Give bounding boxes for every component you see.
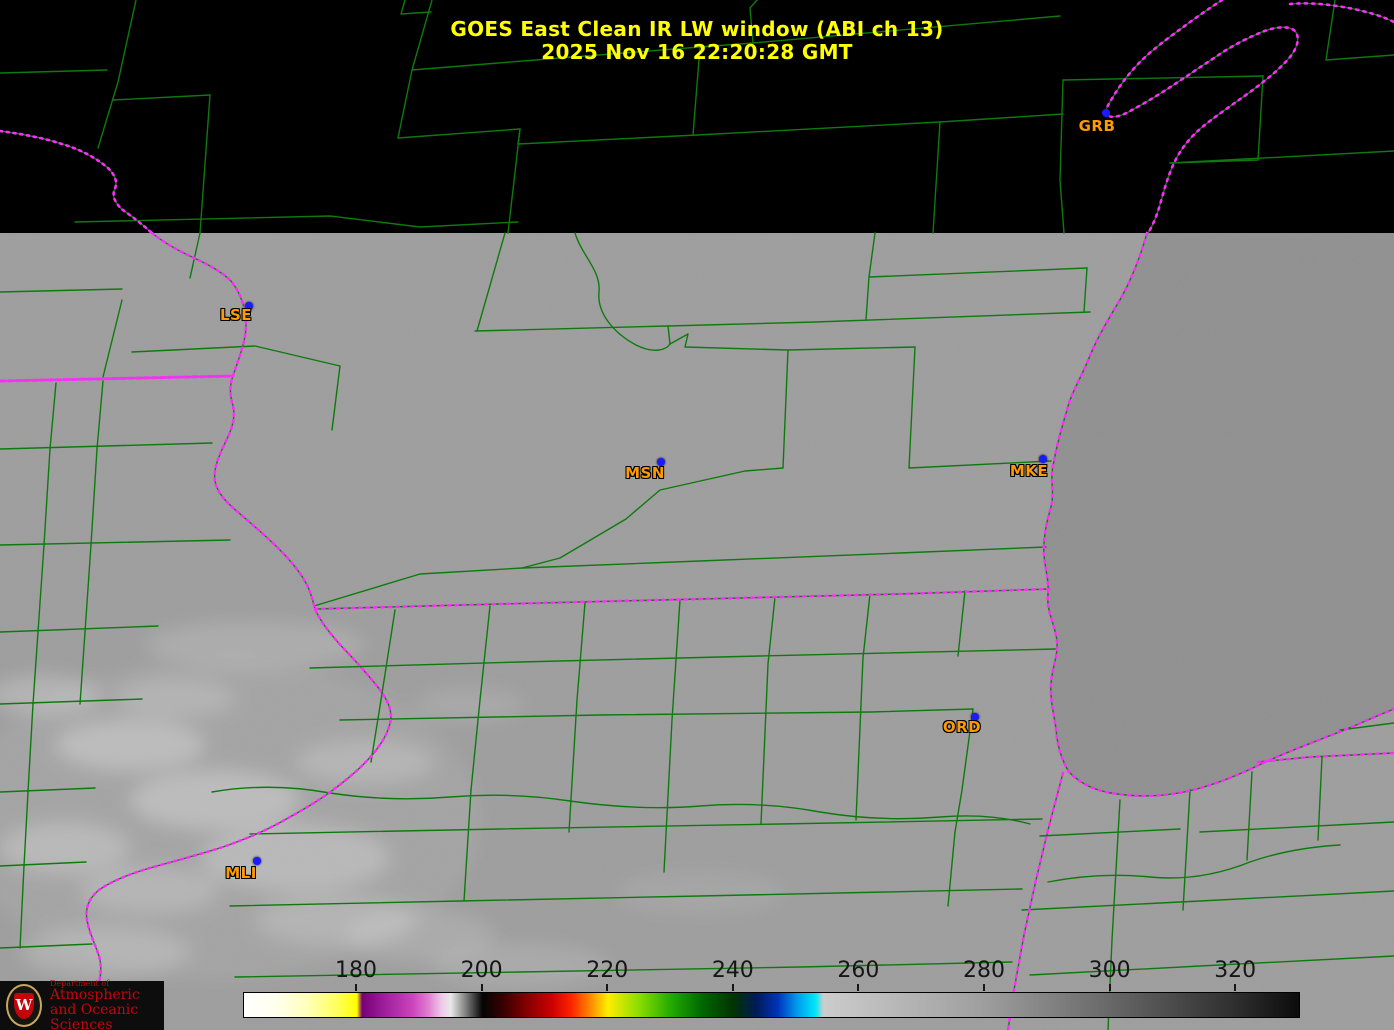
colorbar-tick-label: 220 <box>586 958 629 983</box>
colorbar: 180 200 220 240 260 280 300 320 <box>243 958 1300 1020</box>
colorbar-gradient <box>243 992 1300 1018</box>
colorbar-tick-mark <box>983 984 985 991</box>
colorbar-tick-mark <box>355 984 358 991</box>
station-label-ord: ORD <box>942 718 982 736</box>
product-title: GOES East Clean IR LW window (ABI ch 13)… <box>0 18 1394 64</box>
colorbar-tick-label: 200 <box>460 958 503 983</box>
colorbar-tick-mark <box>857 984 860 991</box>
station-label-grb: GRB <box>1078 117 1116 135</box>
uw-aos-logo: W Department of Atmospheric and Oceanic … <box>0 979 164 1030</box>
colorbar-tick-mark <box>731 984 734 991</box>
station-dot-grb <box>1102 109 1110 117</box>
colorbar-tick-label: 300 <box>1088 958 1131 983</box>
title-line-1: GOES East Clean IR LW window (ABI ch 13) <box>450 17 944 41</box>
colorbar-tick-label: 320 <box>1214 958 1257 983</box>
uw-shield: W <box>14 992 34 1019</box>
station-label-msn: MSN <box>625 464 665 482</box>
satellite-map <box>0 0 1394 1030</box>
colorbar-tick-mark <box>480 984 483 991</box>
logo-name-line-2: and Oceanic Sciences <box>50 1001 139 1030</box>
uw-monogram: W <box>15 996 33 1014</box>
colorbar-tick-label: 280 <box>963 958 1005 983</box>
colorbar-tick-label: 180 <box>335 958 378 983</box>
satellite-viewer: GOES East Clean IR LW window (ABI ch 13)… <box>0 0 1394 1030</box>
title-line-2: 2025 Nov 16 22:20:28 GMT <box>541 40 853 64</box>
uw-crest-icon: W <box>6 984 42 1027</box>
logo-name-line-1: Atmospheric <box>50 986 140 1003</box>
colorbar-tick-mark <box>1108 984 1111 991</box>
logo-text: Department of Atmospheric and Oceanic Sc… <box>50 979 164 1030</box>
station-label-mli: MLI <box>225 864 257 882</box>
colorbar-tick-mark <box>1234 984 1237 991</box>
colorbar-tick-mark <box>606 984 609 991</box>
station-label-mke: MKE <box>1009 462 1049 480</box>
station-label-lse: LSE <box>219 306 253 324</box>
colorbar-tick-label: 260 <box>837 958 880 983</box>
colorbar-tick-label: 240 <box>711 958 754 983</box>
